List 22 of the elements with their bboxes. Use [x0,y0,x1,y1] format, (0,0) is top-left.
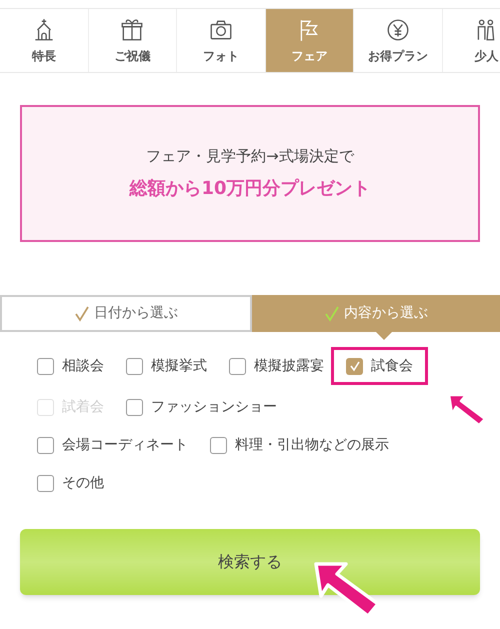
tab-pointer [376,332,392,340]
nav-tab[interactable]: ご祝儀 [88,9,177,72]
option-checkbox[interactable]: 料理・引出物などの展示 [210,432,389,458]
option-checkbox[interactable]: ファッションショー [126,394,277,420]
option-checkbox[interactable]: 模擬披露宴 [229,353,324,379]
nav-tab[interactable]: 少人 [442,9,500,72]
option-checkbox[interactable]: その他 [37,470,104,496]
nav-tab[interactable]: お得プラン [354,9,442,72]
promo-headline: 総額から10万円分プレゼント [129,177,371,202]
yen-icon [384,16,411,42]
option-checkbox[interactable]: 模擬挙式 [126,353,207,379]
check-icon [74,306,90,322]
gift-icon [119,16,146,42]
option-checkbox[interactable]: 会場コーディネート [37,432,188,458]
search-button[interactable]: 検索する [20,529,480,595]
check-icon [348,360,360,372]
check-icon [324,306,340,322]
option-checkbox[interactable]: 試食会 [334,350,425,382]
nav-tab[interactable]: 特長 [0,9,88,72]
mode-tab[interactable]: 日付から選ぶ [0,295,252,332]
promo-text: フェア・見学予約→式場決定で [146,146,354,167]
option-checkbox[interactable]: 相談会 [37,353,104,379]
